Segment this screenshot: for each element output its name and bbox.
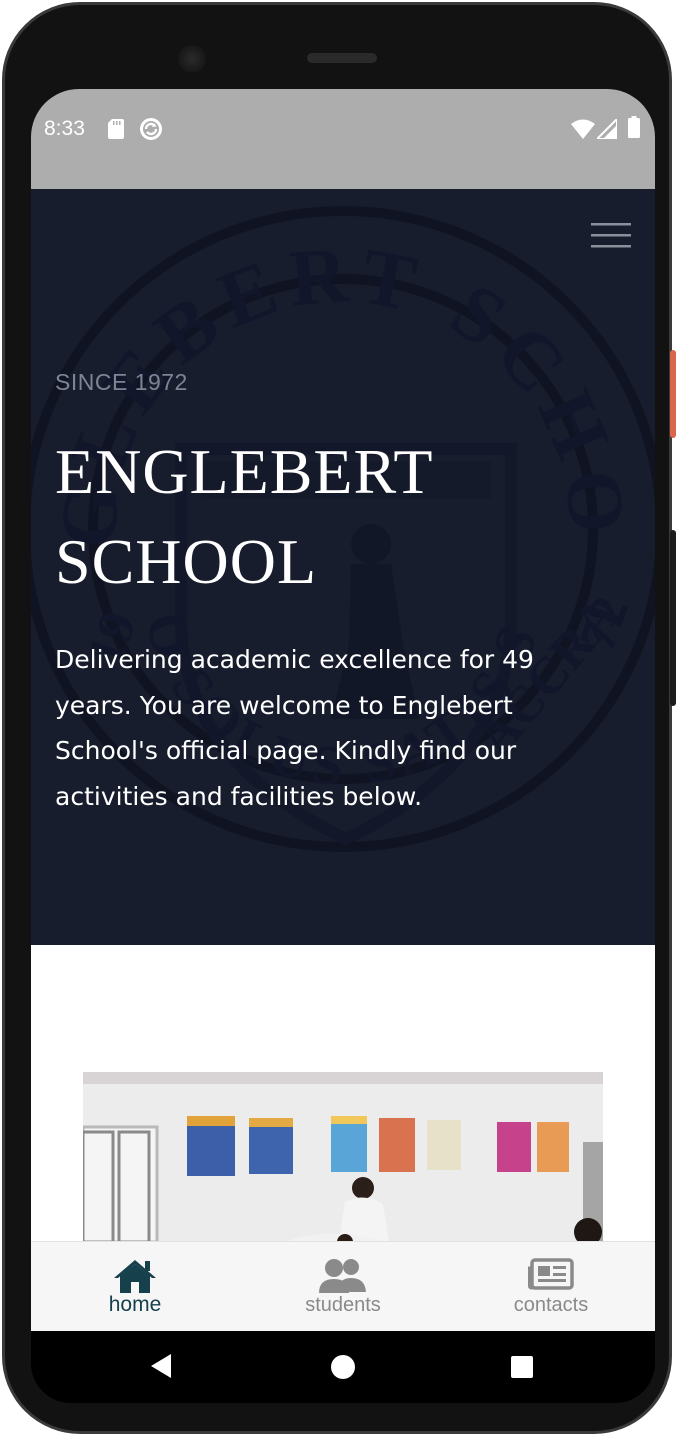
- screen: 8:33 GLEBERT SCHO O SOLUS SATIS S 19 72 …: [31, 89, 655, 1403]
- hero-section: ENGLEBERT SCHOOL NEMO SOLUS SATIS SAPIT …: [31, 189, 655, 945]
- title-line-2: SCHOOL: [55, 526, 318, 597]
- phone-frame: 8:33 GLEBERT SCHO O SOLUS SATIS S 19 72 …: [2, 2, 672, 1434]
- since-label: SINCE 1972: [55, 369, 188, 395]
- home-circle-icon[interactable]: [331, 1355, 355, 1379]
- system-navigation-bar: [31, 1331, 655, 1403]
- newspaper-icon: [528, 1258, 574, 1290]
- wifi-icon: [571, 119, 595, 139]
- status-bar: 8:33: [31, 89, 655, 189]
- nav-students[interactable]: students: [239, 1242, 447, 1332]
- side-button-power: [670, 350, 676, 438]
- back-icon[interactable]: [149, 1353, 173, 1379]
- sync-icon: [140, 118, 162, 140]
- nav-contacts[interactable]: contacts: [447, 1242, 655, 1332]
- hero-description: Delivering academic excellence for 49 ye…: [55, 645, 534, 811]
- nav-students-label: students: [305, 1294, 381, 1316]
- bottom-navigation: home students contacts: [31, 1241, 655, 1331]
- title-line-1: ENGLEBERT: [55, 436, 434, 507]
- page-title: ENGLEBERT SCHOOL: [55, 427, 615, 607]
- home-icon: [114, 1260, 156, 1293]
- people-icon: [319, 1259, 366, 1293]
- battery-icon: [628, 116, 640, 138]
- nav-home-label: home: [108, 1293, 162, 1316]
- recents-icon[interactable]: [511, 1356, 533, 1378]
- front-camera: [178, 45, 206, 73]
- hamburger-menu-icon[interactable]: [591, 221, 631, 249]
- content-section: [31, 945, 655, 1245]
- signal-icon: [597, 119, 617, 139]
- nav-contacts-label: contacts: [513, 1294, 589, 1316]
- sd-card-icon: [108, 119, 124, 139]
- status-time: 8:33: [44, 117, 85, 140]
- side-button-volume: [670, 530, 676, 706]
- nav-home[interactable]: home: [31, 1242, 239, 1332]
- classroom-photo: [83, 1072, 603, 1242]
- earpiece-speaker: [307, 53, 377, 63]
